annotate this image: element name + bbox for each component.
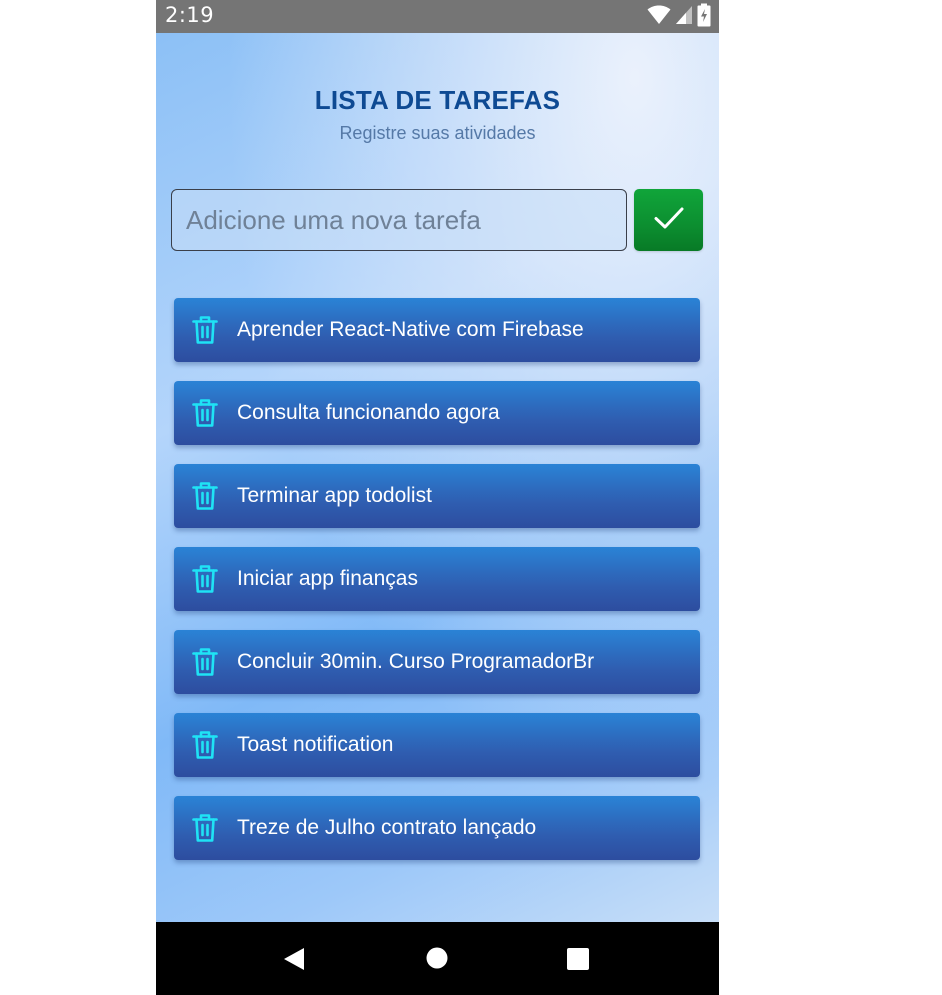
trash-icon[interactable] <box>192 315 218 345</box>
task-label: Toast notification <box>237 733 394 756</box>
task-label: Consulta funcionando agora <box>237 401 500 424</box>
phone-screen: 2:19 LISTA DE TAREFAS Registre suas ativ… <box>156 0 719 995</box>
navigation-bar <box>156 922 719 995</box>
task-item[interactable]: Terminar app todolist <box>174 464 700 528</box>
task-list: Aprender React-Native com Firebase Consu… <box>174 298 700 879</box>
task-item[interactable]: Iniciar app finanças <box>174 547 700 611</box>
new-task-row <box>171 189 704 252</box>
home-icon[interactable] <box>426 947 448 974</box>
task-item[interactable]: Concluir 30min. Curso ProgramadorBr <box>174 630 700 694</box>
trash-icon[interactable] <box>192 481 218 511</box>
page-subtitle: Registre suas atividades <box>339 123 536 143</box>
trash-icon[interactable] <box>192 564 218 594</box>
back-icon[interactable] <box>282 947 306 976</box>
add-task-button[interactable] <box>634 189 703 251</box>
trash-icon[interactable] <box>192 398 218 428</box>
task-item[interactable]: Toast notification <box>174 713 700 777</box>
page-title: LISTA DE TAREFAS <box>314 85 561 115</box>
wifi-icon <box>647 5 671 30</box>
header: LISTA DE TAREFAS Registre suas atividade… <box>156 85 719 144</box>
status-time: 2:19 <box>165 3 215 27</box>
task-item[interactable]: Treze de Julho contrato lançado <box>174 796 700 860</box>
cell-signal-icon <box>675 5 693 30</box>
status-icons <box>647 3 711 32</box>
trash-icon[interactable] <box>192 813 218 843</box>
task-label: Iniciar app finanças <box>237 567 418 590</box>
task-item[interactable]: Aprender React-Native com Firebase <box>174 298 700 362</box>
trash-icon[interactable] <box>192 647 218 677</box>
status-bar: 2:19 <box>156 0 719 33</box>
task-item[interactable]: Consulta funcionando agora <box>174 381 700 445</box>
task-label: Terminar app todolist <box>237 484 432 507</box>
recents-icon[interactable] <box>566 947 590 976</box>
battery-charging-icon <box>697 3 711 32</box>
check-icon <box>653 205 685 236</box>
task-label: Treze de Julho contrato lançado <box>237 816 537 839</box>
task-label: Aprender React-Native com Firebase <box>237 318 584 341</box>
trash-icon[interactable] <box>192 730 218 760</box>
new-task-input[interactable] <box>171 189 627 251</box>
task-label: Concluir 30min. Curso ProgramadorBr <box>237 650 595 673</box>
app-background: LISTA DE TAREFAS Registre suas atividade… <box>156 33 719 922</box>
